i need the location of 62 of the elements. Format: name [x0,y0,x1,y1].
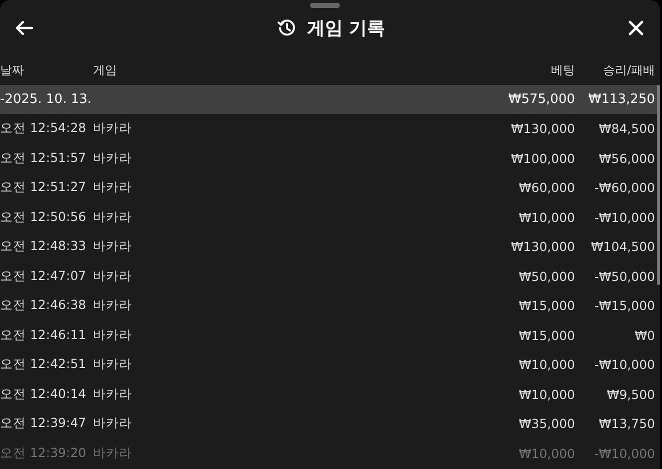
time-cell-text: 오전 12:54:28 [0,120,88,138]
column-header: 게임 [93,62,118,79]
game-cell-text: 바카라 [93,120,133,138]
time-cell-text: 오전 12:50:56 [0,208,88,226]
bet-cell-text: ₩10,000 [518,210,575,225]
bet-cell-text: ₩10,000 [518,357,575,372]
bet-cell-text: ₩35,000 [518,416,575,432]
result-cell-text: -₩10,000 [593,357,655,372]
column-header: 베팅 [550,62,575,79]
column-header: 승리/패배 [602,62,655,79]
bet-cell-text: ₩10,000 [518,446,575,461]
bet-cell-text: ₩15,000 [518,328,575,343]
bet-cell-text: ₩130,000 [510,239,575,254]
time-cell-text: 오전 12:46:11 [0,326,88,344]
result-cell-text: ₩56,000 [598,150,655,166]
result-total: ₩113,250 [587,92,655,107]
game-cell-text: 바카라 [93,386,133,403]
result-cell-text: -₩15,000 [593,298,655,314]
game-cell-text: 바카라 [93,444,133,462]
result-cell-text: ₩0 [634,328,655,343]
result-cell-text: ₩13,750 [598,416,655,432]
time-cell-text: 오전 12:51:27 [0,179,88,196]
date-group-row[interactable]: -2025. 10. 13. ₩575,000 ₩113,250 [0,85,660,114]
game-cell-text: 바카라 [93,268,133,285]
close-icon [628,20,644,36]
history-icon [276,18,297,38]
dialog-title: 게임 기록 [306,17,386,40]
drag-handle[interactable] [310,3,340,8]
scrollbar[interactable] [657,85,660,285]
bet-cell-text: ₩60,000 [518,180,575,196]
time-cell-text: 오전 12:40:14 [0,386,88,403]
result-cell-text: ₩9,500 [606,386,655,402]
time-cell-text: 오전 12:42:51 [0,356,88,374]
bet-cell-text: ₩130,000 [510,121,575,136]
time-cell-text: 오전 12:39:20 [0,444,88,462]
result-cell-text: -₩10,000 [593,210,655,225]
result-cell-text: -₩50,000 [593,268,655,284]
result-cell-text: ₩84,500 [598,121,655,136]
time-cell-text: 오전 12:51:57 [0,150,88,167]
game-cell-text: 바카라 [93,150,133,167]
game-cell-text: 바카라 [93,356,133,374]
time-cell-text: 오전 12:47:07 [0,268,88,285]
game-cell-text: 바카라 [93,238,133,256]
result-cell-text: -₩10,000 [593,446,655,461]
time-cell-text: 오전 12:39:47 [0,415,88,432]
game-cell-text: 바카라 [93,297,133,314]
back-arrow-icon [14,20,34,36]
game-cell-text: 바카라 [93,208,133,226]
game-cell-text: 바카라 [93,326,133,344]
bet-total: ₩575,000 [507,92,575,107]
date-text: -2025. 10. 13. [0,92,93,107]
result-cell-text: ₩104,500 [590,239,655,254]
bet-cell-text: ₩15,000 [518,298,575,314]
bet-cell-text: ₩100,000 [510,150,575,166]
game-cell-text: 바카라 [93,179,133,196]
column-header: 날짜 [0,62,25,79]
bet-cell-text: ₩50,000 [518,268,575,284]
game-cell-text: 바카라 [93,415,133,432]
result-cell-text: -₩60,000 [593,180,655,196]
time-cell-text: 오전 12:46:38 [0,297,88,314]
time-cell-text: 오전 12:48:33 [0,238,88,256]
bet-cell-text: ₩10,000 [518,386,575,402]
